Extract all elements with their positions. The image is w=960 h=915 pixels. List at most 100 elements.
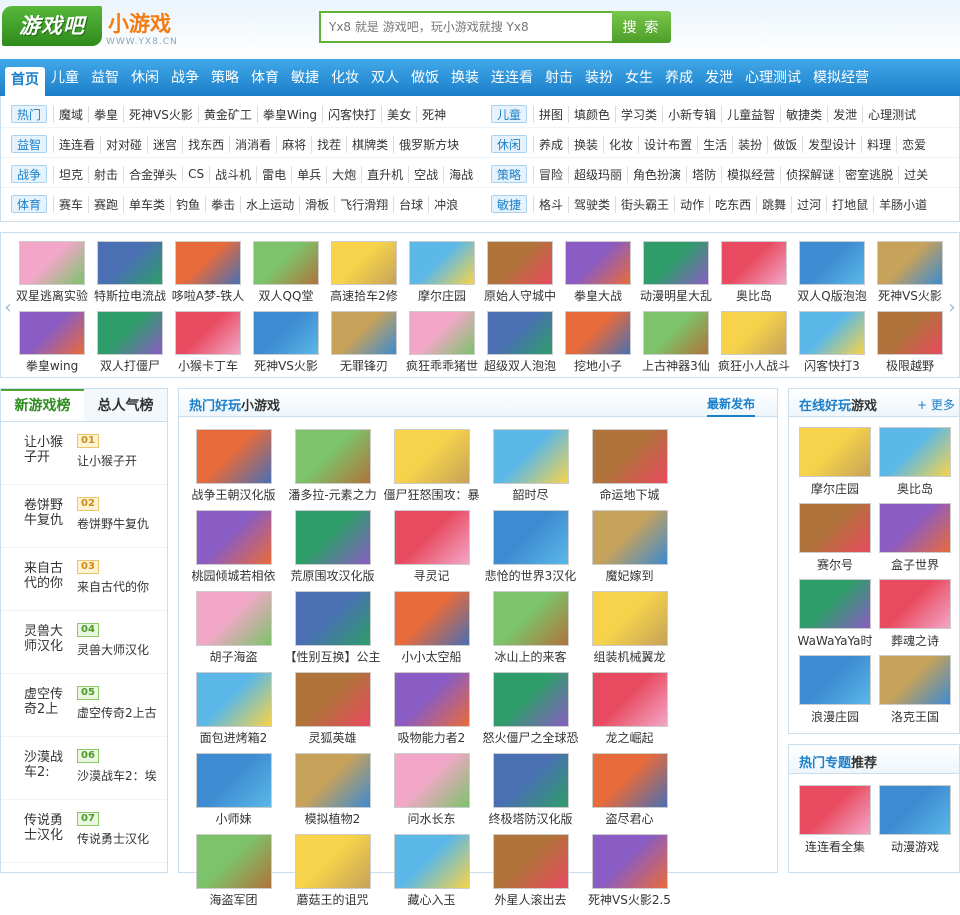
nav-item[interactable]: 女生 bbox=[619, 64, 659, 92]
category-link[interactable]: 飞行滑翔 bbox=[334, 195, 393, 213]
category-tag[interactable]: 儿童 bbox=[491, 105, 528, 123]
hot-game[interactable]: 悲怆的世界3汉化 bbox=[481, 510, 580, 591]
hot-game[interactable]: 小师妹 bbox=[184, 753, 283, 834]
game-thumbnail[interactable] bbox=[879, 503, 951, 553]
game-thumbnail[interactable] bbox=[393, 672, 470, 727]
category-link[interactable]: CS bbox=[182, 167, 209, 181]
game-title[interactable]: 超级双人泡泡 bbox=[481, 357, 559, 374]
topic-title[interactable]: 连连看全集 bbox=[795, 838, 875, 855]
game-thumbnail[interactable] bbox=[721, 241, 787, 285]
slider-game[interactable]: 上古神器3仙 bbox=[637, 311, 715, 374]
slider-game[interactable]: 极限越野 bbox=[871, 311, 949, 374]
hot-game[interactable]: 【性别互换】公主 bbox=[283, 591, 382, 672]
game-title[interactable]: 高速拾车2修 bbox=[325, 287, 403, 304]
game-title[interactable]: 挖地小子 bbox=[559, 357, 637, 374]
game-title[interactable]: 怒火僵尸之全球恐 bbox=[482, 729, 580, 746]
online-game[interactable]: WaWaYaYa时 bbox=[795, 579, 875, 655]
category-link[interactable]: 找茬 bbox=[311, 135, 346, 153]
category-link[interactable]: 空战 bbox=[408, 165, 443, 183]
slider-game[interactable]: 疯狂乖乖猪世 bbox=[403, 311, 481, 374]
game-title[interactable]: WaWaYaYa时 bbox=[795, 632, 875, 649]
online-game[interactable]: 洛克王国 bbox=[875, 655, 955, 731]
slider-game[interactable]: 小猴卡丁车 bbox=[169, 311, 247, 374]
game-title[interactable]: 韶时尽 bbox=[482, 486, 580, 503]
hot-game[interactable]: 盗尽君心 bbox=[580, 753, 679, 834]
hot-game[interactable]: 外星人滚出去 bbox=[481, 834, 580, 915]
ranking-item[interactable]: 灵兽大师汉化 04 灵兽大师汉化 bbox=[1, 611, 167, 674]
game-title[interactable]: 灵狐英雄 bbox=[284, 729, 382, 746]
category-link[interactable]: 战斗机 bbox=[209, 165, 256, 183]
topic-item[interactable]: 连连看全集 bbox=[795, 785, 875, 861]
online-game[interactable]: 浪漫庄园 bbox=[795, 655, 875, 731]
hot-game[interactable]: 灵狐英雄 bbox=[283, 672, 382, 753]
nav-item[interactable]: 装扮 bbox=[579, 64, 619, 92]
category-link[interactable]: 街头霸王 bbox=[615, 195, 674, 213]
ranking-name[interactable]: 传说勇士汉化 bbox=[77, 830, 165, 847]
game-title[interactable]: 模拟植物2 bbox=[284, 810, 382, 827]
game-thumbnail[interactable] bbox=[492, 429, 569, 484]
category-link[interactable]: 拳击 bbox=[205, 195, 240, 213]
game-title[interactable]: 寻灵记 bbox=[383, 567, 481, 584]
ranking-title[interactable]: 让小猴子开 bbox=[24, 435, 64, 467]
category-link[interactable]: 学习类 bbox=[615, 105, 662, 123]
game-title[interactable]: 疯狂小人战斗 bbox=[715, 357, 793, 374]
game-title[interactable]: 藏心入玉 bbox=[383, 891, 481, 908]
game-title[interactable]: 特斯拉电流战 bbox=[91, 287, 169, 304]
game-thumbnail[interactable] bbox=[19, 241, 85, 285]
category-link[interactable]: 冒险 bbox=[533, 165, 568, 183]
game-title[interactable]: 魔妃嫁到 bbox=[581, 567, 679, 584]
category-link[interactable]: 生活 bbox=[697, 135, 732, 153]
game-title[interactable]: 哆啦A梦-铁人 bbox=[169, 287, 247, 304]
nav-item[interactable]: 战争 bbox=[165, 64, 205, 92]
category-link[interactable]: 直升机 bbox=[361, 165, 408, 183]
slider-game[interactable]: 双人打僵尸 bbox=[91, 311, 169, 374]
category-link[interactable]: 发型设计 bbox=[802, 135, 861, 153]
game-thumbnail[interactable] bbox=[294, 429, 371, 484]
nav-item[interactable]: 化妆 bbox=[325, 64, 365, 92]
game-thumbnail[interactable] bbox=[175, 311, 241, 355]
hot-game[interactable]: 僵尸狂怒围攻：暴 bbox=[382, 429, 481, 510]
game-thumbnail[interactable] bbox=[253, 241, 319, 285]
category-link[interactable]: 打地鼠 bbox=[826, 195, 873, 213]
ranking-item[interactable]: 虚空传奇2上 05 虚空传奇2上古 bbox=[1, 674, 167, 737]
category-link[interactable]: 拳皇 bbox=[88, 105, 123, 123]
game-title[interactable]: 荒原围攻汉化版 bbox=[284, 567, 382, 584]
nav-item[interactable]: 连连看 bbox=[485, 64, 539, 92]
game-thumbnail[interactable] bbox=[409, 241, 475, 285]
game-title[interactable]: 浪漫庄园 bbox=[795, 708, 875, 725]
slider-game[interactable]: 双人QQ堂 bbox=[247, 241, 325, 304]
category-link[interactable]: 拳皇Wing bbox=[256, 105, 322, 123]
game-thumbnail[interactable] bbox=[294, 510, 371, 565]
game-thumbnail[interactable] bbox=[195, 753, 272, 808]
game-title[interactable]: 双人打僵尸 bbox=[91, 357, 169, 374]
search-button[interactable]: 搜 索 bbox=[612, 11, 671, 43]
hot-game[interactable]: 组装机械翼龙 bbox=[580, 591, 679, 672]
game-thumbnail[interactable] bbox=[195, 429, 272, 484]
game-title[interactable]: 双星逃离实验 bbox=[13, 287, 91, 304]
game-title[interactable]: 上古神器3仙 bbox=[637, 357, 715, 374]
ranking-name[interactable]: 虚空传奇2上古 bbox=[77, 704, 165, 721]
category-link[interactable]: 消消看 bbox=[229, 135, 276, 153]
game-thumbnail[interactable] bbox=[879, 579, 951, 629]
game-thumbnail[interactable] bbox=[721, 311, 787, 355]
game-title[interactable]: 盒子世界 bbox=[875, 556, 955, 573]
category-tag[interactable]: 战争 bbox=[11, 165, 48, 183]
category-link[interactable]: 化妆 bbox=[603, 135, 638, 153]
category-link[interactable]: 赛跑 bbox=[88, 195, 123, 213]
game-title[interactable]: 动漫明星大乱 bbox=[637, 287, 715, 304]
game-title[interactable]: 龙之崛起 bbox=[581, 729, 679, 746]
category-link[interactable]: 动作 bbox=[674, 195, 709, 213]
category-link[interactable]: 过关 bbox=[898, 165, 933, 183]
game-title[interactable]: 胡子海盗 bbox=[185, 648, 283, 665]
game-title[interactable]: 桃园倾城若相依 bbox=[185, 567, 283, 584]
category-link[interactable]: 海战 bbox=[443, 165, 478, 183]
hot-game[interactable]: 小小太空船 bbox=[382, 591, 481, 672]
game-thumbnail[interactable] bbox=[492, 834, 569, 889]
game-title[interactable]: 盗尽君心 bbox=[581, 810, 679, 827]
game-title[interactable]: 小猴卡丁车 bbox=[169, 357, 247, 374]
hot-game[interactable]: 怒火僵尸之全球恐 bbox=[481, 672, 580, 753]
tab-new-games[interactable]: 新游戏榜 bbox=[1, 389, 84, 421]
game-title[interactable]: 无罪锋刃 bbox=[325, 357, 403, 374]
category-link[interactable]: 驾驶类 bbox=[568, 195, 615, 213]
nav-item[interactable]: 射击 bbox=[539, 64, 579, 92]
